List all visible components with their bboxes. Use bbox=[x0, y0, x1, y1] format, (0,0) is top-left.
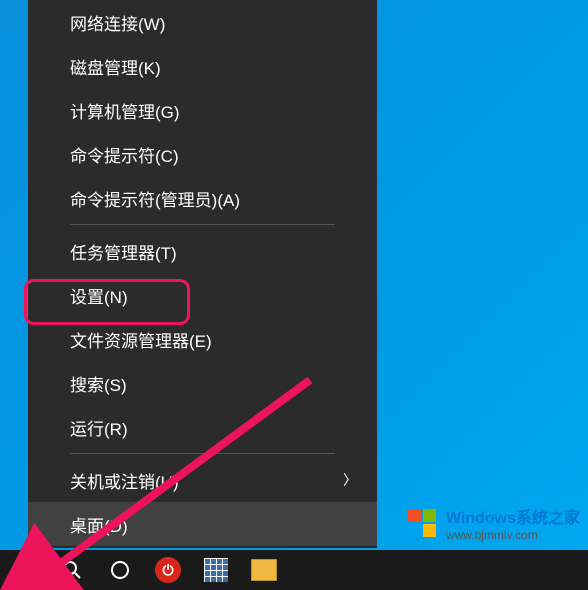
menu-item-network-connections[interactable]: 网络连接(W) bbox=[28, 0, 377, 44]
menu-label: 设置(N) bbox=[70, 283, 128, 308]
menu-item-settings[interactable]: 设置(N) bbox=[28, 273, 377, 317]
menu-item-run[interactable]: 运行(R) bbox=[28, 405, 377, 449]
watermark: Windows系统之家 www.bjmmlv.com bbox=[404, 504, 580, 542]
taskbar-app-1[interactable]: ⏻ bbox=[144, 550, 192, 590]
menu-label: 桌面(D) bbox=[70, 512, 128, 537]
menu-label: 网络连接(W) bbox=[70, 10, 165, 35]
menu-label: 文件资源管理器(E) bbox=[70, 327, 212, 352]
menu-label: 命令提示符(C) bbox=[70, 142, 179, 167]
chevron-right-icon: 〉 bbox=[343, 470, 357, 490]
menu-label: 关机或注销(U) bbox=[70, 468, 179, 493]
windows-start-icon bbox=[15, 561, 33, 579]
menu-label: 搜索(S) bbox=[70, 371, 127, 396]
start-button[interactable] bbox=[0, 550, 48, 590]
windows-logo-icon bbox=[404, 505, 440, 541]
menu-label: 计算机管理(G) bbox=[70, 98, 180, 123]
taskbar-app-2[interactable] bbox=[192, 550, 240, 590]
taskbar: ⏻ bbox=[0, 550, 588, 590]
cortana-icon bbox=[111, 561, 129, 579]
menu-label: 命令提示符(管理员)(A) bbox=[70, 186, 240, 211]
menu-item-disk-management[interactable]: 磁盘管理(K) bbox=[28, 44, 377, 88]
menu-item-command-prompt-admin[interactable]: 命令提示符(管理员)(A) bbox=[28, 176, 377, 220]
menu-label: 任务管理器(T) bbox=[70, 239, 177, 264]
menu-item-shutdown-signout[interactable]: 关机或注销(U) 〉 bbox=[28, 458, 377, 502]
app-icon bbox=[251, 559, 277, 581]
watermark-title: Windows系统之家 bbox=[446, 504, 580, 528]
menu-item-file-explorer[interactable]: 文件资源管理器(E) bbox=[28, 317, 377, 361]
menu-item-computer-management[interactable]: 计算机管理(G) bbox=[28, 88, 377, 132]
taskbar-cortana-button[interactable] bbox=[96, 550, 144, 590]
taskbar-app-3[interactable] bbox=[240, 550, 288, 590]
desktop-background: 网络连接(W) 磁盘管理(K) 计算机管理(G) 命令提示符(C) 命令提示符(… bbox=[0, 0, 588, 590]
menu-label: 运行(R) bbox=[70, 415, 128, 440]
search-icon bbox=[62, 560, 82, 580]
menu-label: 磁盘管理(K) bbox=[70, 54, 161, 79]
watermark-url: www.bjmmlv.com bbox=[446, 528, 580, 542]
app-icon bbox=[204, 558, 228, 582]
menu-item-desktop[interactable]: 桌面(D) bbox=[28, 502, 377, 546]
menu-separator bbox=[70, 453, 335, 454]
menu-separator bbox=[70, 224, 335, 225]
menu-item-command-prompt[interactable]: 命令提示符(C) bbox=[28, 132, 377, 176]
taskbar-search-button[interactable] bbox=[48, 550, 96, 590]
winx-context-menu: 网络连接(W) 磁盘管理(K) 计算机管理(G) 命令提示符(C) 命令提示符(… bbox=[28, 0, 377, 548]
menu-item-task-manager[interactable]: 任务管理器(T) bbox=[28, 229, 377, 273]
menu-item-search[interactable]: 搜索(S) bbox=[28, 361, 377, 405]
app-icon: ⏻ bbox=[155, 557, 181, 583]
